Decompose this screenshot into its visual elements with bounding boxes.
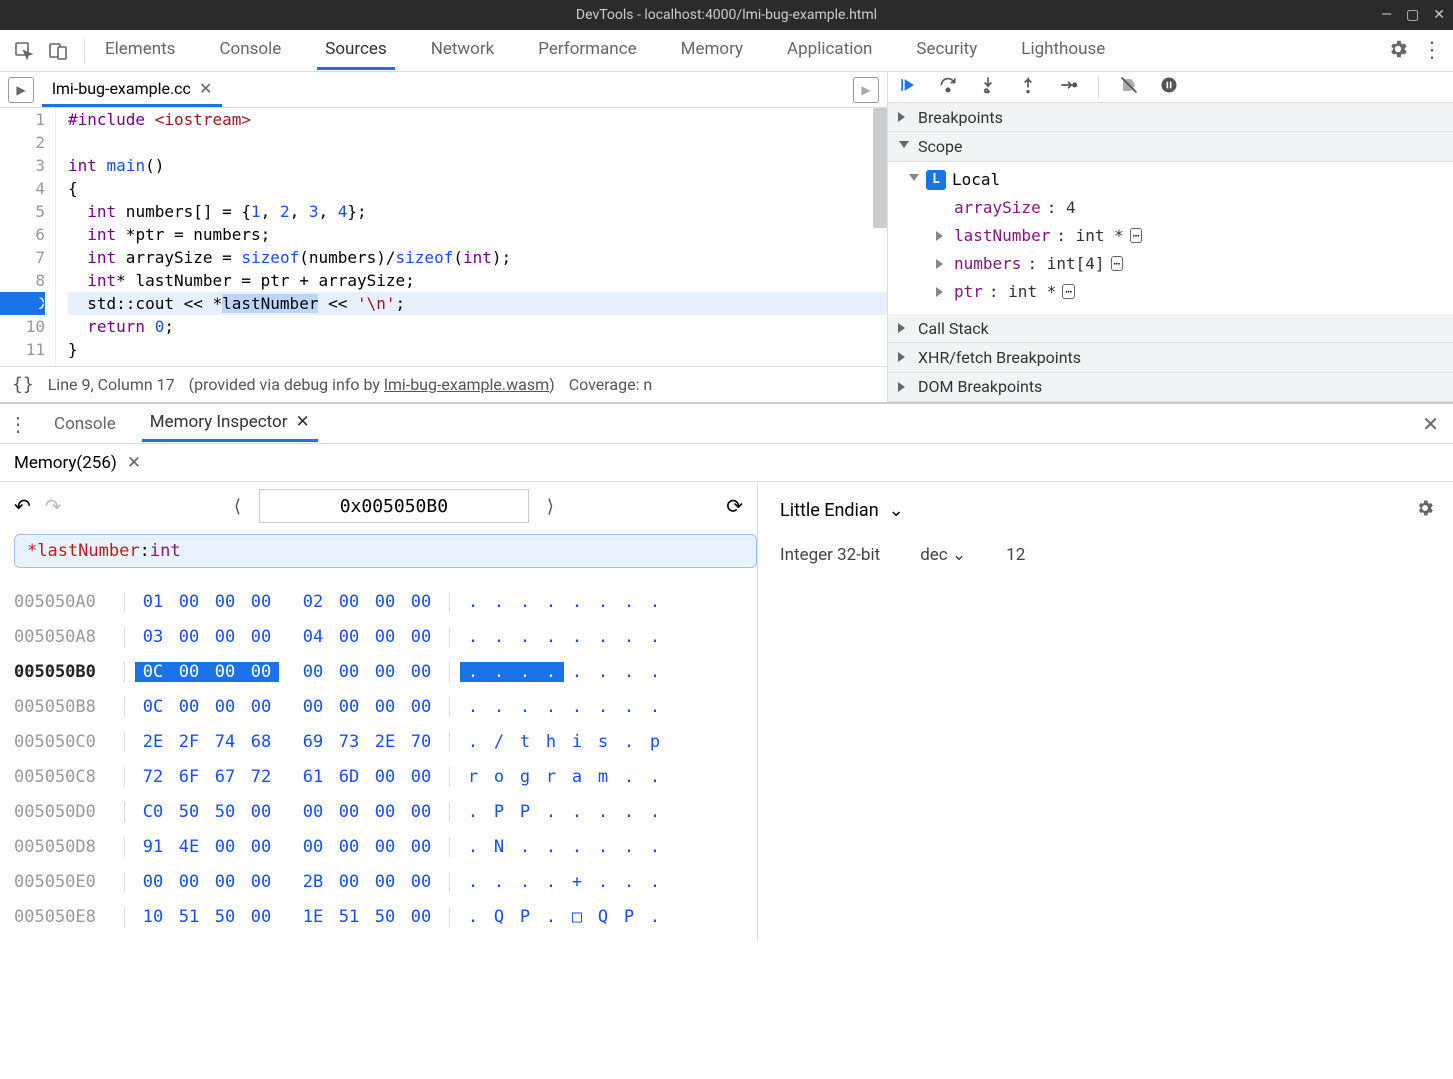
drawer-tab-memory-inspector[interactable]: Memory Inspector✕ [142,405,318,442]
file-tab[interactable]: lmi-bug-example.cc ✕ [42,73,222,107]
chevron-down-icon: ⌄ [952,545,966,565]
scope-var[interactable]: lastNumber: int * ⋯ [928,222,1453,250]
memory-tabs: Memory(256) ✕ [0,444,1453,482]
tab-console[interactable]: Console [211,31,289,70]
scope-var[interactable]: arraySize: 4 [928,194,1453,222]
memory-address-input[interactable] [259,489,529,523]
step-into-icon[interactable] [978,75,998,99]
hex-viewer[interactable]: 005050A00100000002000000........005050A8… [0,576,757,942]
minimize-icon[interactable]: — [1381,7,1392,23]
debug-info-source: (provided via debug info by lmi-bug-exam… [189,375,555,394]
prev-page-icon[interactable]: ⟨ [224,492,251,521]
tab-lighthouse[interactable]: Lighthouse [1013,31,1113,70]
resume-icon[interactable] [898,75,918,99]
close-icon[interactable]: ✕ [1433,7,1445,23]
drawer-close-icon[interactable]: ✕ [1422,412,1439,436]
settings-icon[interactable] [1415,498,1435,523]
scope-body: LLocal arraySize: 4lastNumber: int * ⋯nu… [888,162,1453,314]
breakpoints-section[interactable]: Breakpoints [888,103,1453,132]
titlebar: DevTools - localhost:4000/lmi-bug-exampl… [0,0,1453,30]
scope-var[interactable]: numbers: int[4] ⋯ [928,250,1453,278]
memory-icon[interactable]: ⋯ [1111,256,1124,271]
tab-application[interactable]: Application [779,31,880,70]
endian-select[interactable]: Little Endian⌄ [780,500,1431,521]
drawer-tab-console[interactable]: Console [46,407,124,441]
status-bar: {} Line 9, Column 17 (provided via debug… [0,366,887,402]
step-icon[interactable] [1058,75,1078,99]
panel-tabs: Elements Console Sources Network Performance… [97,31,1381,70]
file-tab-label: lmi-bug-example.cc [52,79,191,98]
format-select[interactable]: dec ⌄ [920,545,966,565]
cursor-position: Line 9, Column 17 [48,375,175,394]
pretty-print-icon[interactable]: ▶ [853,77,879,103]
drawer: ⋮ Console Memory Inspector✕ ✕ Memory(256… [0,402,1453,942]
device-icon[interactable] [44,37,72,65]
tab-performance[interactable]: Performance [530,31,644,70]
tab-sources[interactable]: Sources [317,31,394,70]
braces-icon[interactable]: {} [12,374,34,395]
deactivate-breakpoints-icon[interactable] [1119,75,1139,99]
file-tabs: ▶ lmi-bug-example.cc ✕ ▶ [0,72,887,108]
close-icon[interactable]: ✕ [127,453,141,473]
tab-network[interactable]: Network [423,31,503,70]
memory-icon[interactable]: ⋯ [1130,228,1143,243]
refresh-icon[interactable]: ⟳ [726,494,743,518]
maximize-icon[interactable]: ▢ [1406,7,1419,23]
scope-var[interactable]: ptr: int * ⋯ [928,278,1453,306]
drawer-menu-icon[interactable]: ⋮ [8,412,28,436]
coverage-label: Coverage: n [569,375,653,394]
step-over-icon[interactable] [938,75,958,99]
undo-icon[interactable]: ↶ [14,494,31,518]
tab-security[interactable]: Security [908,31,985,70]
debugger-toolbar [888,72,1453,103]
code-editor[interactable]: 123456789101112 #include <iostream>int m… [0,108,887,366]
memory-tab[interactable]: Memory(256) [14,453,117,473]
scope-local[interactable]: LLocal [900,166,1453,194]
main-toolbar: Elements Console Sources Network Performance… [0,30,1453,72]
callstack-section[interactable]: Call Stack [888,314,1453,343]
memory-icon[interactable]: ⋯ [1062,284,1075,299]
more-icon[interactable]: ⋮ [1421,38,1443,63]
highlight-chip[interactable]: *lastNumber: int [14,534,757,568]
navigator-icon[interactable]: ▶ [8,77,34,103]
scrollbar-thumb[interactable] [873,108,887,228]
window-title: DevTools - localhost:4000/lmi-bug-exampl… [576,7,877,23]
dom-breakpoints-section[interactable]: DOM Breakpoints [888,373,1453,402]
tab-memory[interactable]: Memory [673,31,751,70]
inspect-icon[interactable] [10,37,38,65]
tab-elements[interactable]: Elements [97,31,183,70]
step-out-icon[interactable] [1018,75,1038,99]
wasm-link[interactable]: lmi-bug-example.wasm [384,375,549,394]
memory-toolbar: ↶ ↷ ⟨ ⟩ ⟳ [0,482,757,530]
next-page-icon[interactable]: ⟩ [537,492,564,521]
close-icon[interactable]: ✕ [296,412,310,432]
pause-exceptions-icon[interactable] [1159,75,1179,99]
scope-section[interactable]: Scope [888,132,1453,161]
chevron-down-icon: ⌄ [889,500,904,521]
settings-icon[interactable] [1387,38,1409,64]
xhr-breakpoints-section[interactable]: XHR/fetch Breakpoints [888,343,1453,372]
value-display: 12 [1006,545,1025,565]
redo-icon[interactable]: ↷ [45,494,62,518]
close-tab-icon[interactable]: ✕ [199,79,212,98]
value-row: Integer 32-bit dec ⌄ 12 [780,545,1431,565]
value-type: Integer 32-bit [780,545,880,565]
